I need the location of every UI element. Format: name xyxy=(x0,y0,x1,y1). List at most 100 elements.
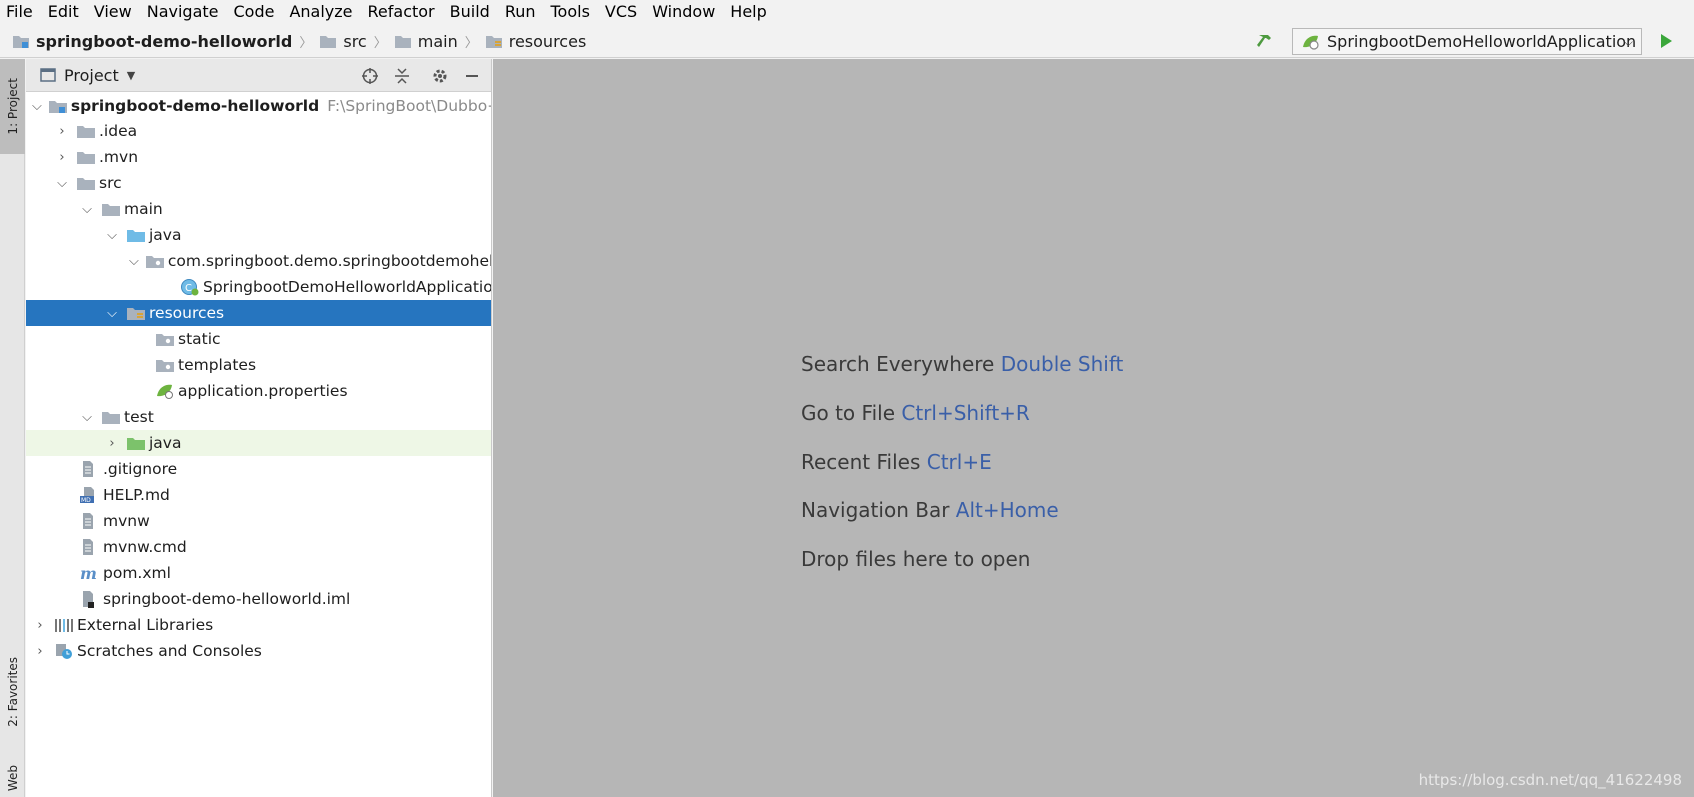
menu-help[interactable]: Help xyxy=(730,2,766,21)
tree-item-project-root[interactable]: ⌵ springboot-demo-helloworld F:\SpringBo… xyxy=(26,93,491,119)
tree-item-mvn[interactable]: › .mvn xyxy=(26,144,491,170)
tree-item-java-main[interactable]: ⌵ java xyxy=(26,222,491,248)
breadcrumb-main[interactable]: main xyxy=(394,32,458,51)
menu-build[interactable]: Build xyxy=(450,2,490,21)
run-configuration-select[interactable]: SpringbootDemoHelloworldApplication ⌵ xyxy=(1292,28,1642,55)
breadcrumb-separator: 〉 xyxy=(464,35,478,51)
breadcrumb: springboot-demo-helloworld 〉 src 〉 main … xyxy=(0,25,586,57)
collapse-all-icon[interactable] xyxy=(389,63,415,89)
watermark: https://blog.csdn.net/qq_41622498 xyxy=(1418,771,1682,789)
shortcut-key: Ctrl+E xyxy=(926,450,992,474)
svg-text:MD: MD xyxy=(81,497,91,504)
project-view-selector[interactable]: Project ▼ xyxy=(40,66,135,85)
menu-tools[interactable]: Tools xyxy=(551,2,590,21)
shortcut-key: Double Shift xyxy=(1000,352,1124,376)
tree-item-mvnw-cmd[interactable]: mvnw.cmd xyxy=(26,534,491,560)
menu-file[interactable]: File xyxy=(6,2,33,21)
markdown-file-icon: MD xyxy=(80,486,100,504)
folder-icon xyxy=(76,122,96,140)
menu-window[interactable]: Window xyxy=(652,2,715,21)
menu-refactor[interactable]: Refactor xyxy=(368,2,435,21)
folder-icon xyxy=(76,174,96,192)
tree-item-help-md[interactable]: MD HELP.md xyxy=(26,482,491,508)
tree-item-iml[interactable]: springboot-demo-helloworld.iml xyxy=(26,586,491,612)
tree-item-external-libraries[interactable]: › External Libraries xyxy=(26,612,491,638)
breadcrumb-resources[interactable]: resources xyxy=(485,32,586,51)
chevron-down-icon[interactable]: ⌵ xyxy=(79,202,95,217)
chevron-right-icon[interactable]: › xyxy=(32,644,48,659)
chevron-down-icon[interactable]: ⌵ xyxy=(129,254,139,269)
tree-item-test[interactable]: ⌵ test xyxy=(26,404,491,430)
project-panel-header: Project ▼ xyxy=(26,59,491,92)
tool-tab-favorites[interactable]: 2: Favorites xyxy=(0,637,25,747)
spring-boot-icon xyxy=(1303,35,1319,50)
gear-icon[interactable] xyxy=(427,63,453,89)
tree-item-gitignore[interactable]: .gitignore xyxy=(26,456,491,482)
hint-navigation-bar: Navigation Bar Alt+Home xyxy=(801,498,1059,522)
tree-item-pom-xml[interactable]: m pom.xml xyxy=(26,560,491,586)
breadcrumb-project[interactable]: springboot-demo-helloworld xyxy=(12,32,292,51)
menu-vcs[interactable]: VCS xyxy=(605,2,637,21)
menu-edit[interactable]: Edit xyxy=(48,2,79,21)
left-tool-strip: 1: Project 2: Favorites Web xyxy=(0,59,25,797)
locate-target-icon[interactable] xyxy=(357,63,383,89)
folder-icon xyxy=(76,148,96,166)
tree-item-src[interactable]: ⌵ src xyxy=(26,170,491,196)
hint-go-to-file: Go to File Ctrl+Shift+R xyxy=(801,401,1030,425)
menu-view[interactable]: View xyxy=(94,2,132,21)
chevron-down-icon[interactable]: ⌵ xyxy=(54,176,70,191)
resources-folder-icon xyxy=(485,36,502,48)
menu-run[interactable]: Run xyxy=(505,2,536,21)
folder-icon xyxy=(101,408,121,426)
shortcut-key: Ctrl+Shift+R xyxy=(901,401,1030,425)
module-folder-icon xyxy=(13,36,29,48)
build-hammer-icon[interactable] xyxy=(1256,31,1278,51)
chevron-down-icon[interactable]: ⌵ xyxy=(104,306,120,321)
spring-properties-icon xyxy=(155,382,175,400)
chevron-down-icon[interactable]: ⌵ xyxy=(32,99,42,114)
text-file-icon xyxy=(80,538,100,556)
run-icon[interactable] xyxy=(1658,33,1674,49)
shortcut-key: Alt+Home xyxy=(955,498,1059,522)
hint-recent-files: Recent Files Ctrl+E xyxy=(801,450,992,474)
tree-item-idea[interactable]: › .idea xyxy=(26,118,491,144)
run-configuration-label: SpringbootDemoHelloworldApplication xyxy=(1327,32,1637,51)
project-window-icon xyxy=(40,68,56,82)
tree-item-scratches[interactable]: › Scratches and Consoles xyxy=(26,638,491,664)
project-path: F:\SpringBoot\Dubbo+Zo xyxy=(327,97,491,115)
menu-code[interactable]: Code xyxy=(234,2,275,21)
chevron-right-icon[interactable]: › xyxy=(54,124,70,139)
chevron-right-icon[interactable]: › xyxy=(104,436,120,451)
tree-item-resources[interactable]: ⌵ resources xyxy=(26,300,491,326)
minimize-icon[interactable] xyxy=(459,63,485,89)
tree-item-templates[interactable]: templates xyxy=(26,352,491,378)
breadcrumb-src[interactable]: src xyxy=(319,32,367,51)
test-folder-icon xyxy=(126,434,146,452)
menu-analyze[interactable]: Analyze xyxy=(289,2,352,21)
tree-item-java-test[interactable]: › java xyxy=(26,430,491,456)
chevron-down-icon[interactable]: ⌵ xyxy=(79,410,95,425)
tree-item-package[interactable]: ⌵ com.springboot.demo.springbootdemohel xyxy=(26,248,491,274)
package-folder-icon xyxy=(145,252,165,270)
chevron-right-icon[interactable]: › xyxy=(54,150,70,165)
tree-item-application-properties[interactable]: application.properties xyxy=(26,378,491,404)
breadcrumb-separator: 〉 xyxy=(299,35,313,51)
project-panel-tools xyxy=(357,59,491,92)
tool-tab-web[interactable]: Web xyxy=(0,759,25,797)
tree-item-mvnw[interactable]: mvnw xyxy=(26,508,491,534)
library-icon xyxy=(54,616,74,634)
folder-icon xyxy=(394,36,411,48)
navigation-bar: springboot-demo-helloworld 〉 src 〉 main … xyxy=(0,25,1694,58)
menu-navigate[interactable]: Navigate xyxy=(147,2,219,21)
tool-tab-project[interactable]: 1: Project xyxy=(0,59,25,154)
tree-item-static[interactable]: static xyxy=(26,326,491,352)
project-panel-title: Project xyxy=(64,65,119,85)
tree-item-main[interactable]: ⌵ main xyxy=(26,196,491,222)
maven-icon: m xyxy=(80,564,100,582)
chevron-down-icon: ▼ xyxy=(126,68,136,82)
editor-empty-area[interactable]: Search Everywhere Double Shift Go to Fil… xyxy=(493,59,1694,797)
tree-item-application-class[interactable]: C SpringbootDemoHelloworldApplication xyxy=(26,274,491,300)
chevron-down-icon[interactable]: ⌵ xyxy=(104,228,120,243)
project-panel: Project ▼ ⌵ springboot-demo-helloworld F… xyxy=(26,59,492,797)
chevron-right-icon[interactable]: › xyxy=(32,618,48,633)
